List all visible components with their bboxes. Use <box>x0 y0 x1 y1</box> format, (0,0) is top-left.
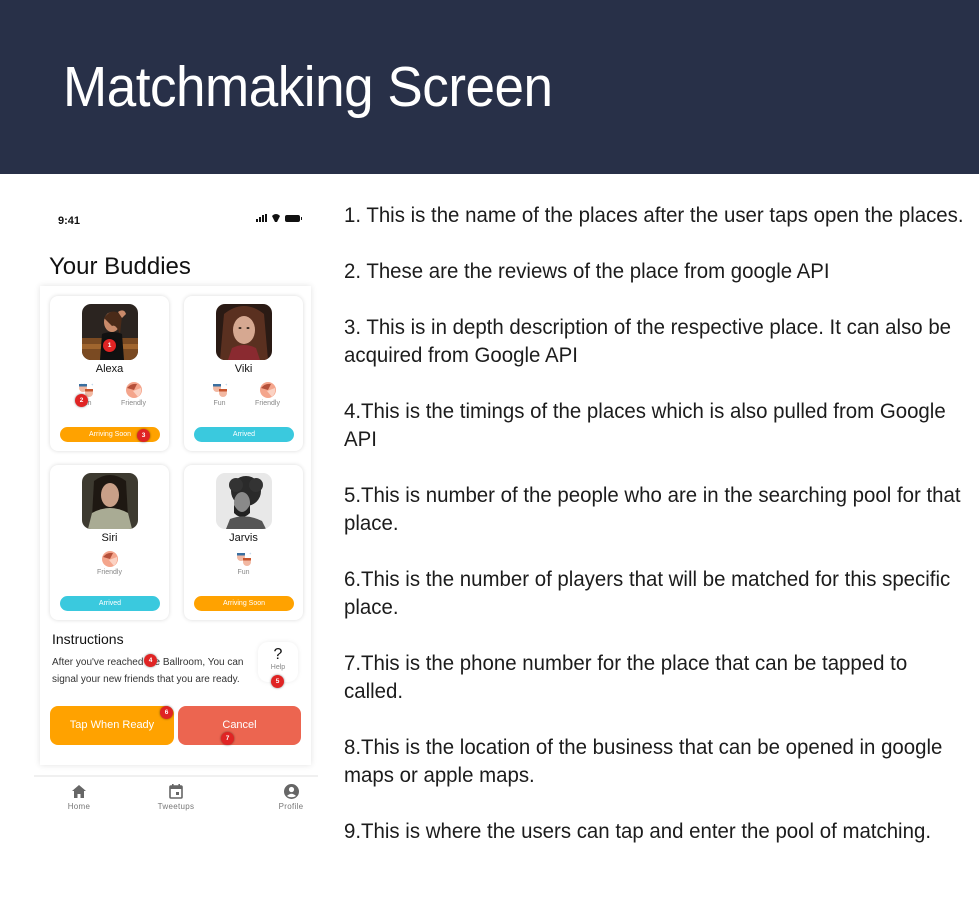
fun-faces-icon: + <box>212 382 228 397</box>
trait-friendly: Friendly <box>118 381 150 407</box>
calendar-icon <box>169 783 183 799</box>
status-pill: Arrived <box>60 596 160 611</box>
trait-list: + Fun Friendly <box>184 381 303 407</box>
note-item: 2. These are the reviews of the place fr… <box>344 259 830 283</box>
tab-label: Home <box>67 802 91 811</box>
note-item: 8.This is the location of the business t… <box>344 735 943 787</box>
annotation-notes: 1. This is the name of the places after … <box>344 201 969 873</box>
fun-faces-icon: + <box>236 551 252 566</box>
svg-text:+: + <box>249 551 252 556</box>
help-icon: ? <box>273 646 283 663</box>
handshake-icon <box>101 551 118 567</box>
tab-bar: Home Tweetups Profile <box>30 780 320 820</box>
signal-icon <box>256 214 267 222</box>
annotation-badge-3: 3 <box>137 429 150 442</box>
phone-mockup: 9:41 Your Buddies 1 Alexa + Friendly 2 A… <box>30 200 320 900</box>
note-item: 9.This is where the users can tap and en… <box>344 819 931 843</box>
tab-tweetups[interactable]: Tweetups <box>146 783 206 811</box>
handshake-icon <box>259 382 276 398</box>
note-item: 7.This is the phone number for the place… <box>344 651 908 703</box>
note-item: 1. This is the name of the places after … <box>344 203 964 227</box>
trait-list: Friendly <box>50 550 169 576</box>
trait-fun: + Fun <box>228 550 260 576</box>
cancel-button[interactable]: Cancel <box>178 706 301 745</box>
profile-icon <box>283 783 299 799</box>
tabbar-divider <box>34 775 318 777</box>
buddy-card[interactable]: Viki + Fun Friendly Arrived <box>184 296 303 451</box>
buddy-card[interactable]: 1 Alexa + Fun <box>50 296 169 451</box>
trait-label: Fun <box>213 400 226 407</box>
buddy-card[interactable]: Siri Friendly Arrived <box>50 465 169 620</box>
home-icon <box>72 784 86 798</box>
status-time: 9:41 <box>58 215 81 227</box>
tab-profile[interactable]: Profile <box>261 783 321 811</box>
trait-fun: + Fun <box>204 381 236 407</box>
buddies-panel: 1 Alexa + Fun <box>40 286 311 765</box>
tab-label: Profile <box>278 802 304 811</box>
battery-icon <box>285 214 302 222</box>
instructions-title: Instructions <box>52 631 124 647</box>
annotation-badge-7: 7 <box>221 732 234 745</box>
buddy-name: Viki <box>234 363 253 375</box>
trait-label: Friendly <box>121 400 146 407</box>
note-item: 5.This is number of the people who are i… <box>344 483 961 535</box>
page-title: Your Buddies <box>49 253 191 280</box>
trait-label: Fun <box>237 569 250 576</box>
avatar <box>82 473 138 529</box>
trait-label: Friendly <box>97 569 122 576</box>
note-item: 3. This is in depth description of the r… <box>344 315 952 367</box>
status-pill: Arrived <box>194 427 294 442</box>
svg-text:+: + <box>91 382 94 387</box>
annotation-badge-4: 4 <box>144 654 157 667</box>
trait-list: + Fun <box>184 550 303 576</box>
tab-label: Tweetups <box>157 802 195 811</box>
buddy-name: Alexa <box>95 363 124 375</box>
trait-label: Friendly <box>255 400 280 407</box>
status-pill: Arriving Soon <box>194 596 294 611</box>
tab-home[interactable]: Home <box>49 783 109 811</box>
handshake-icon <box>125 382 142 398</box>
help-label: Help <box>270 664 286 671</box>
trait-friendly: Friendly <box>94 550 126 576</box>
annotation-badge-2: 2 <box>75 394 88 407</box>
annotation-badge-5: 5 <box>271 675 284 688</box>
wifi-icon <box>271 214 281 222</box>
trait-friendly: Friendly <box>252 381 284 407</box>
tap-when-ready-button[interactable]: Tap When Ready <box>50 706 174 745</box>
note-item: 4.This is the timings of the places whic… <box>344 399 946 451</box>
note-item: 6.This is the number of players that wil… <box>344 567 951 619</box>
annotation-badge-1: 1 <box>103 339 116 352</box>
svg-text:+: + <box>225 382 228 387</box>
avatar <box>216 304 272 360</box>
status-icons <box>256 214 302 222</box>
slide-header: Matchmaking Screen <box>0 0 979 174</box>
slide-title: Matchmaking Screen <box>63 55 553 119</box>
trait-list: + Fun Friendly <box>50 381 169 407</box>
avatar <box>216 473 272 529</box>
buddy-card[interactable]: Jarvis + Fun Arriving Soon <box>184 465 303 620</box>
buddy-name: Jarvis <box>229 532 258 544</box>
annotation-badge-6: 6 <box>160 706 173 719</box>
buddy-name: Siri <box>101 532 118 544</box>
